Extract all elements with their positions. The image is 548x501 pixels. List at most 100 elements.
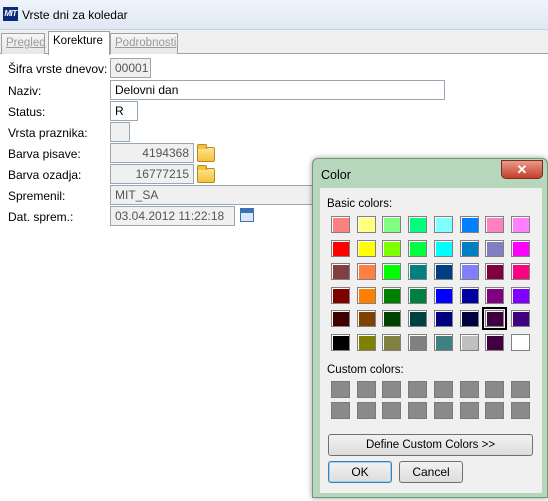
basic-color-swatch[interactable]	[382, 263, 402, 280]
custom-color-swatch[interactable]	[408, 381, 428, 398]
naziv-label: Naziv:	[8, 84, 42, 98]
basic-color-swatch[interactable]	[433, 333, 453, 351]
dat-sprem-label: Dat. sprem.:	[8, 210, 74, 224]
basic-color-swatch[interactable]	[408, 216, 428, 233]
basic-color-swatch[interactable]	[356, 216, 376, 233]
custom-color-swatch[interactable]	[459, 381, 479, 398]
calendar-icon	[240, 208, 254, 222]
praznik-field[interactable]	[110, 122, 130, 142]
calendar-button[interactable]	[238, 206, 258, 226]
window-title-bar: MIT Vrste dni za koledar	[0, 0, 548, 30]
dialog-title: Color	[321, 168, 351, 182]
basic-color-swatch[interactable]	[433, 263, 453, 280]
basic-color-swatch[interactable]	[459, 216, 479, 233]
barva-pisave-browse-button[interactable]	[196, 143, 216, 163]
window-title: Vrste dni za koledar	[22, 8, 128, 22]
color-dialog: Color ✕ Basic colors: Custom colors: Def…	[312, 158, 548, 498]
tab-podrobnosti[interactable]: Podrobnosti	[110, 33, 178, 54]
custom-color-swatch[interactable]	[459, 402, 479, 419]
basic-color-swatch[interactable]	[485, 263, 505, 280]
cancel-button[interactable]: Cancel	[399, 461, 463, 483]
basic-color-swatch[interactable]	[433, 239, 453, 257]
basic-color-swatch[interactable]	[485, 286, 505, 304]
basic-color-swatch[interactable]	[331, 216, 350, 233]
custom-color-swatch[interactable]	[356, 402, 376, 419]
basic-colors-label: Basic colors:	[327, 198, 393, 210]
basic-color-swatch[interactable]	[382, 286, 402, 304]
status-field[interactable]: R	[110, 101, 138, 121]
tab-strip: Pregled Korekture Podrobnosti	[0, 30, 548, 55]
basic-color-swatch[interactable]	[433, 216, 453, 233]
basic-color-swatch[interactable]	[459, 239, 479, 257]
custom-color-swatch[interactable]	[433, 402, 453, 419]
close-button[interactable]: ✕	[501, 160, 543, 179]
custom-color-swatch[interactable]	[331, 402, 350, 419]
basic-color-swatch[interactable]	[459, 286, 479, 304]
basic-color-swatch[interactable]	[331, 239, 350, 257]
spremenil-field[interactable]: MIT_SA	[110, 185, 312, 205]
basic-color-swatch[interactable]	[510, 286, 530, 304]
basic-color-swatch[interactable]	[356, 286, 376, 304]
custom-color-swatch[interactable]	[485, 402, 505, 419]
tab-pregled[interactable]: Pregled	[1, 33, 46, 54]
basic-color-swatch[interactable]	[459, 263, 479, 280]
basic-color-swatch[interactable]	[510, 310, 530, 327]
custom-color-swatch[interactable]	[382, 402, 402, 419]
naziv-field[interactable]: Delovni dan	[110, 80, 445, 100]
custom-color-swatch[interactable]	[356, 381, 376, 398]
basic-color-swatch[interactable]	[331, 286, 350, 304]
basic-color-swatch[interactable]	[382, 239, 402, 257]
basic-color-swatch[interactable]	[408, 310, 428, 327]
app-logo-icon: MIT	[3, 7, 18, 21]
custom-color-swatch[interactable]	[408, 402, 428, 419]
status-label: Status:	[8, 105, 46, 119]
define-custom-colors-button[interactable]: Define Custom Colors >>	[328, 434, 533, 456]
dialog-body: Basic colors: Custom colors: Define Cust…	[320, 188, 542, 493]
basic-color-swatch[interactable]	[510, 216, 530, 233]
basic-color-swatch[interactable]	[408, 263, 428, 280]
tab-korekture[interactable]: Korekture	[48, 31, 110, 55]
basic-color-swatch[interactable]	[408, 239, 428, 257]
sifra-label: Šifra vrste dnevov:	[8, 62, 108, 76]
basic-color-swatch[interactable]	[408, 333, 428, 351]
custom-color-swatch[interactable]	[433, 381, 453, 398]
custom-color-swatch[interactable]	[485, 381, 505, 398]
basic-color-swatch[interactable]	[510, 239, 530, 257]
basic-color-swatch[interactable]	[433, 310, 453, 327]
basic-color-swatch[interactable]	[382, 333, 402, 351]
sifra-field[interactable]: 00001	[110, 58, 151, 78]
basic-color-swatch[interactable]	[331, 333, 350, 351]
basic-color-swatch[interactable]	[408, 286, 428, 304]
basic-color-swatch[interactable]	[331, 263, 350, 280]
basic-color-swatch[interactable]	[510, 263, 530, 280]
folder-icon	[197, 165, 215, 183]
custom-color-swatch[interactable]	[510, 381, 530, 398]
praznik-label: Vrsta praznika:	[8, 126, 88, 140]
basic-color-swatch[interactable]	[433, 286, 453, 304]
folder-icon	[197, 144, 215, 162]
basic-color-swatch[interactable]	[356, 239, 376, 257]
custom-colors-label: Custom colors:	[327, 364, 404, 376]
basic-color-swatch[interactable]	[459, 333, 479, 351]
basic-color-swatch[interactable]	[356, 263, 376, 280]
ok-button[interactable]: OK	[328, 461, 392, 483]
basic-color-swatch[interactable]	[382, 310, 402, 327]
basic-color-swatch[interactable]	[331, 310, 350, 327]
basic-color-swatch[interactable]	[485, 239, 505, 257]
custom-color-swatch[interactable]	[331, 381, 350, 398]
barva-ozadja-browse-button[interactable]	[196, 164, 216, 184]
barva-ozadja-field[interactable]: 16777215	[110, 164, 194, 184]
basic-color-swatch[interactable]	[356, 310, 376, 327]
basic-color-swatch[interactable]	[459, 310, 479, 327]
barva-ozadja-label: Barva ozadja:	[8, 168, 82, 182]
dat-sprem-field[interactable]: 03.04.2012 11:22:18	[110, 206, 235, 226]
basic-color-swatch[interactable]	[482, 307, 508, 330]
custom-color-swatch[interactable]	[510, 402, 530, 419]
basic-color-swatch[interactable]	[510, 333, 530, 351]
basic-color-swatch[interactable]	[485, 216, 505, 233]
basic-color-swatch[interactable]	[356, 333, 376, 351]
barva-pisave-field[interactable]: 4194368	[110, 143, 194, 163]
custom-color-swatch[interactable]	[382, 381, 402, 398]
basic-color-swatch[interactable]	[485, 333, 505, 351]
basic-color-swatch[interactable]	[382, 216, 402, 233]
